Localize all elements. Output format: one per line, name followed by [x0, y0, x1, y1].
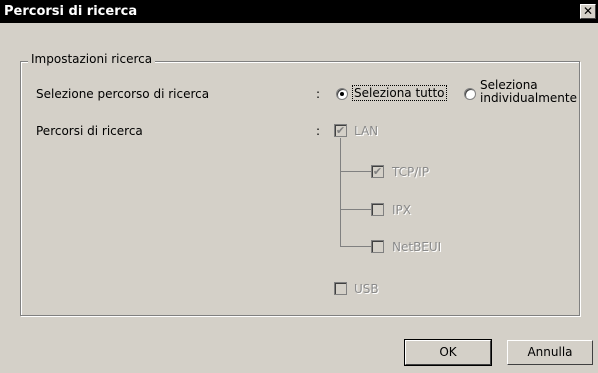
radio-selected-dot: [340, 92, 344, 96]
netbeui-label: NetBEUI: [392, 240, 442, 254]
ok-button[interactable]: OK: [404, 339, 492, 366]
group-label: Impostazioni ricerca: [28, 52, 156, 66]
usb-label: USB: [354, 282, 379, 296]
search-paths-label: Percorsi di ricerca: [36, 124, 143, 138]
tree-vertical-line: [340, 138, 341, 246]
selection-separator: :: [316, 87, 321, 101]
lan-checkbox[interactable]: ✔: [334, 124, 347, 137]
paths-separator: :: [316, 124, 321, 138]
radio-select-individually[interactable]: [464, 88, 476, 100]
ipx-checkbox[interactable]: [371, 203, 384, 216]
radio-individually-line1: Seleziona: [480, 78, 538, 92]
radio-select-all-label[interactable]: Seleziona tutto: [352, 85, 447, 101]
radio-individually-line2: individualmente: [480, 91, 578, 105]
netbeui-checkbox[interactable]: [371, 240, 384, 253]
lan-label: LAN: [354, 124, 379, 138]
check-mark-icon: ✔: [335, 124, 346, 137]
tree-branch-tcpip: [340, 171, 371, 172]
radio-select-individually-label[interactable]: Seleziona individualmente: [480, 79, 577, 105]
close-button[interactable]: ✕: [580, 4, 596, 19]
window-title: Percorsi di ricerca: [4, 4, 138, 19]
tcpip-checkbox[interactable]: ✔: [371, 165, 384, 178]
tree-branch-netbeui: [340, 246, 371, 247]
usb-checkbox[interactable]: [334, 282, 347, 295]
check-mark-icon: ✔: [372, 165, 383, 178]
ipx-label: IPX: [392, 203, 411, 217]
tcpip-label: TCP/IP: [392, 165, 430, 179]
tree-branch-ipx: [340, 209, 371, 210]
cancel-button[interactable]: Annulla: [507, 340, 593, 365]
selection-mode-label: Selezione percorso di ricerca: [36, 87, 210, 101]
title-bar: Percorsi di ricerca ✕: [0, 0, 598, 23]
radio-select-all[interactable]: [336, 88, 348, 100]
close-icon: ✕: [582, 4, 594, 18]
